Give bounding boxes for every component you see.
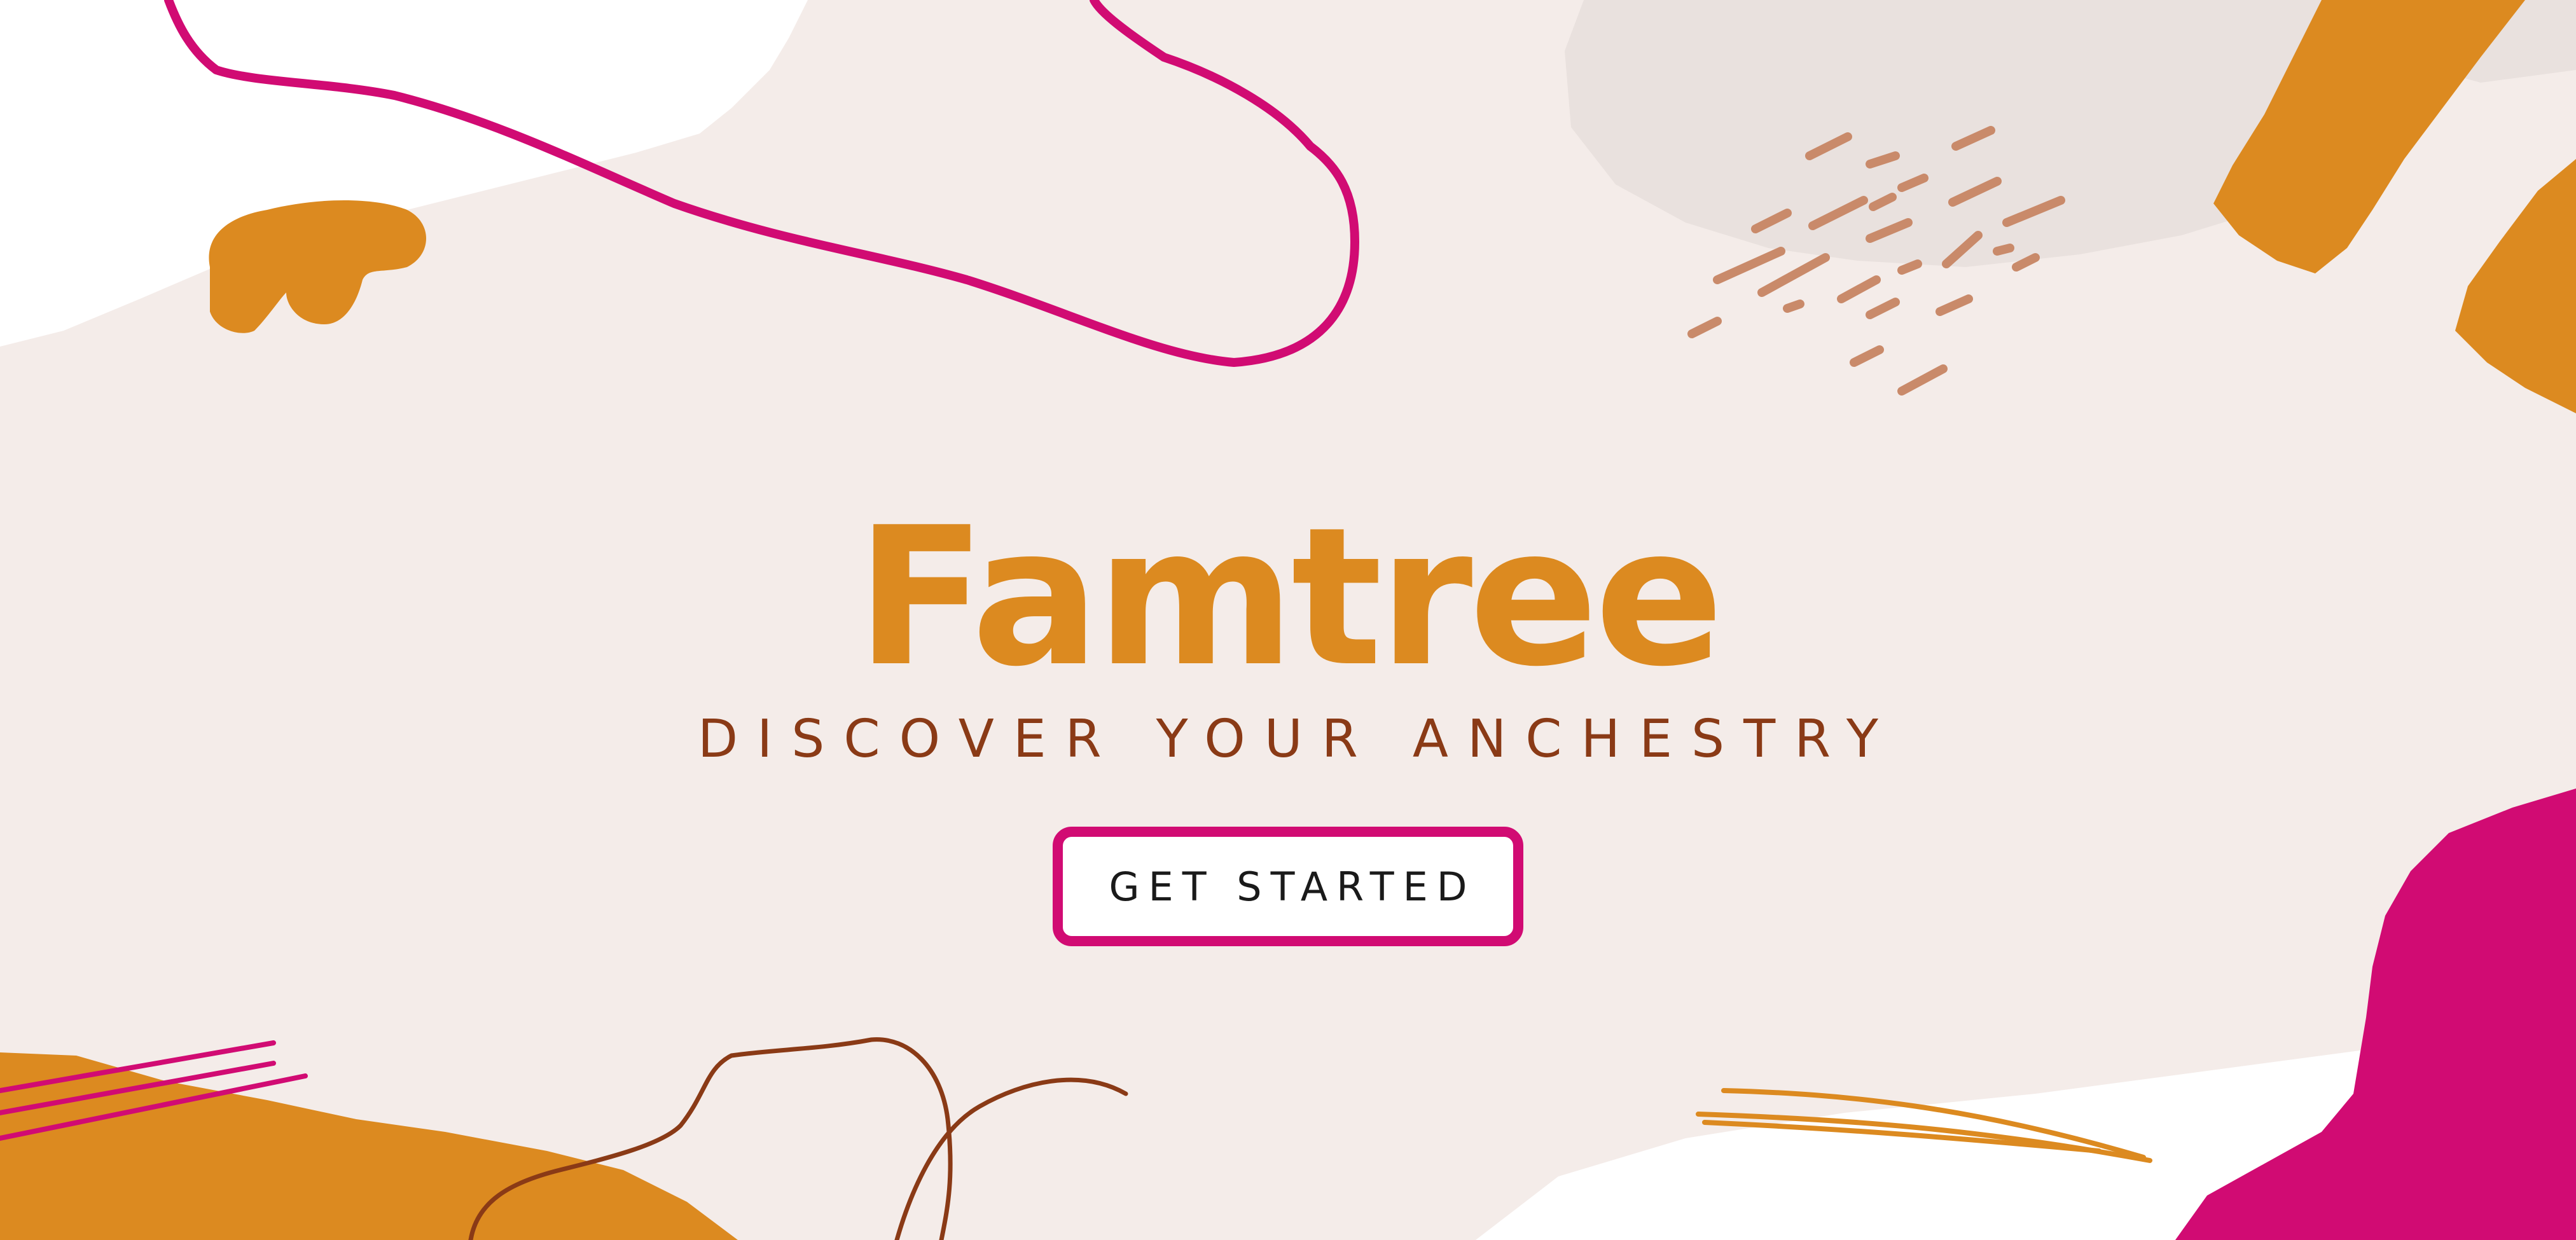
brand-title: Famtree: [855, 486, 1724, 708]
hero-section: Famtree DISCOVER YOUR ANCHESTRY GET STAR…: [0, 0, 2576, 1240]
tagline: DISCOVER YOUR ANCHESTRY: [697, 709, 1897, 769]
get-started-button[interactable]: GET STARTED: [1053, 827, 1523, 946]
get-started-button-label: GET STARTED: [1109, 863, 1476, 910]
